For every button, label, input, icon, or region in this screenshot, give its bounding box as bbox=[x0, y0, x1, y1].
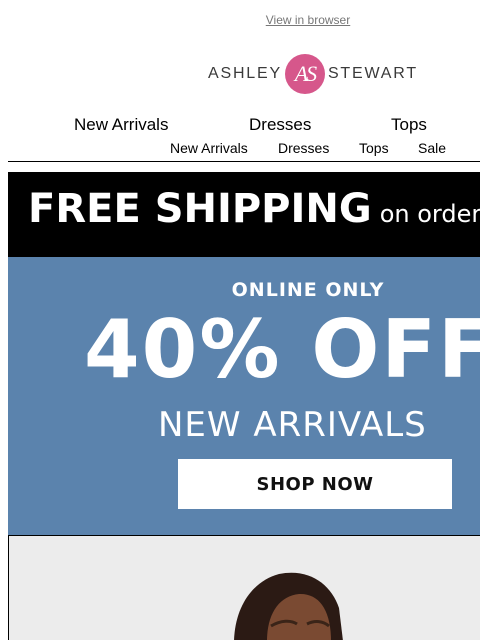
promo-kicker: ONLINE ONLY bbox=[231, 279, 385, 301]
shop-now-button[interactable]: SHOP NOW bbox=[178, 459, 452, 509]
primary-nav-tops[interactable]: Tops bbox=[391, 115, 427, 135]
logo-right-word: STEWART bbox=[327, 65, 418, 82]
logo-monogram-text: AS bbox=[294, 61, 317, 86]
secondary-nav-sale[interactable]: Sale bbox=[418, 140, 446, 156]
primary-nav: New Arrivals Dresses Tops bbox=[0, 115, 480, 135]
free-shipping-headline: FREE SHIPPING bbox=[28, 186, 372, 232]
free-shipping-banner[interactable]: FREE SHIPPINGon orders bbox=[8, 172, 480, 257]
secondary-nav: New Arrivals Dresses Tops Sale bbox=[0, 140, 480, 158]
nav-divider bbox=[8, 161, 480, 162]
secondary-nav-dresses[interactable]: Dresses bbox=[278, 140, 329, 156]
model-photo-icon bbox=[9, 536, 480, 640]
promo-discount: 40% OFF bbox=[84, 303, 480, 396]
secondary-nav-tops[interactable]: Tops bbox=[359, 140, 389, 156]
logo-left-word: ASHLEY bbox=[208, 65, 282, 82]
primary-nav-dresses[interactable]: Dresses bbox=[249, 115, 311, 135]
brand-logo[interactable]: ASHLEY AS STEWART bbox=[208, 52, 418, 96]
logo-monogram-icon: AS bbox=[284, 54, 325, 94]
primary-nav-new-arrivals[interactable]: New Arrivals bbox=[74, 115, 168, 135]
free-shipping-suffix: on orders bbox=[379, 200, 480, 228]
secondary-nav-new-arrivals[interactable]: New Arrivals bbox=[170, 140, 248, 156]
promo-banner[interactable]: ONLINE ONLY 40% OFF NEW ARRIVALS SHOP NO… bbox=[8, 257, 480, 535]
promo-subject: NEW ARRIVALS bbox=[158, 405, 427, 445]
view-in-browser-link[interactable]: View in browser bbox=[0, 13, 480, 27]
hero-photo[interactable] bbox=[8, 535, 480, 640]
